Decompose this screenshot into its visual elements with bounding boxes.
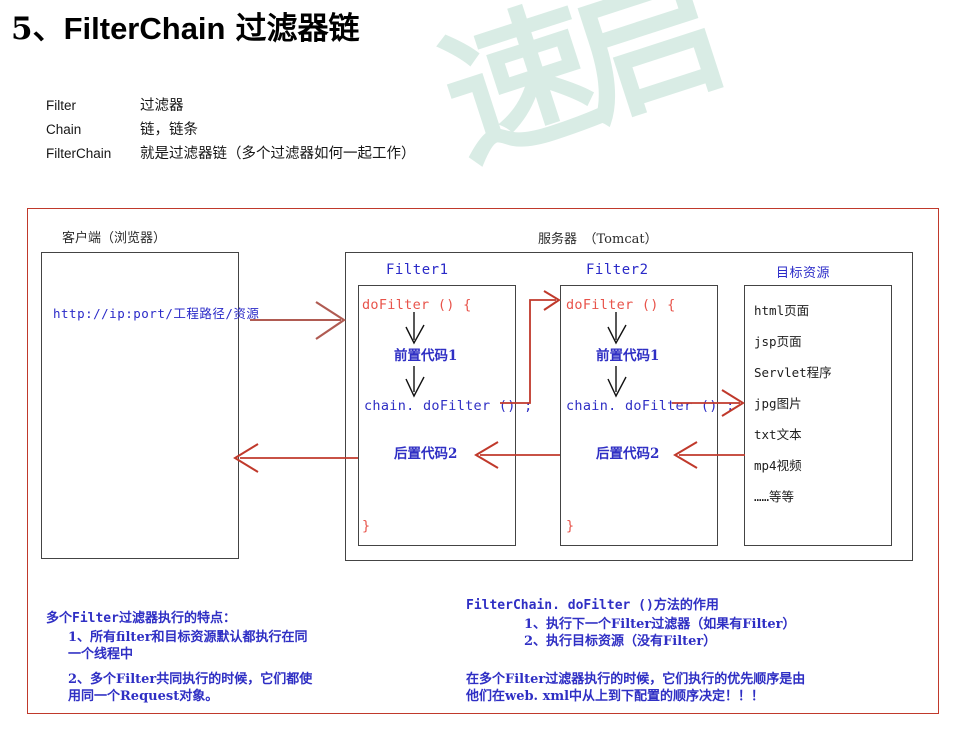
target-resource-title: 目标资源 bbox=[776, 266, 831, 281]
target-item: jpg图片 bbox=[754, 396, 802, 411]
filter1-chain-call: chain. doFilter () ; bbox=[364, 398, 533, 414]
glossary-definition: 就是过滤器链（多个过滤器如何一起工作） bbox=[140, 146, 416, 162]
glossary-term: Filter bbox=[46, 98, 76, 113]
filter2-box bbox=[560, 285, 718, 546]
filter1-pre-code: 前置代码1 bbox=[394, 348, 458, 364]
glossary-row: FilterChain 就是过滤器链（多个过滤器如何一起工作） bbox=[46, 142, 416, 166]
left-note-item: 1、所有filter和目标资源默认都执行在同 一个线程中 bbox=[68, 630, 308, 662]
left-note-item: 2、多个Filter共同执行的时候，它们都使 用同一个Request对象。 bbox=[68, 672, 313, 704]
target-item: Servlet程序 bbox=[754, 365, 832, 380]
filter2-title: Filter2 bbox=[586, 262, 649, 278]
glossary-definition: 链，链条 bbox=[140, 122, 198, 138]
filter2-open: doFilter () { bbox=[566, 297, 676, 313]
glossary-row: Chain 链，链条 bbox=[46, 118, 416, 142]
filter2-pre-code: 前置代码1 bbox=[596, 348, 660, 364]
filter2-chain-call: chain. doFilter () ; bbox=[566, 398, 735, 414]
title-english: FilterChain bbox=[63, 11, 226, 46]
filter2-close: } bbox=[566, 518, 575, 534]
target-item: html页面 bbox=[754, 303, 810, 318]
server-label: 服务器 （Tomcat） bbox=[538, 232, 658, 247]
glossary-row: Filter 过滤器 bbox=[46, 94, 416, 118]
glossary-definition: 过滤器 bbox=[140, 98, 184, 114]
request-url-text: http://ip:port/工程路径/资源 bbox=[53, 306, 260, 321]
slide-canvas: 速启 5、FilterChain 过滤器链 Filter 过滤器 Chain 链，… bbox=[0, 0, 966, 733]
right-note-footer: 在多个Filter过滤器执行的时候，它们执行的优先顺序是由 他们在web. xm… bbox=[466, 672, 806, 704]
watermark-decoration: 速启 bbox=[422, 0, 728, 192]
title-chinese: 过滤器链 bbox=[235, 11, 360, 47]
page-title: 5、FilterChain 过滤器链 bbox=[11, 3, 359, 48]
filter1-close: } bbox=[362, 518, 371, 534]
filter1-post-code: 后置代码2 bbox=[394, 446, 458, 462]
glossary-list: Filter 过滤器 Chain 链，链条 FilterChain 就是过滤器链… bbox=[46, 94, 416, 166]
right-note-heading: FilterChain. doFilter ()方法的作用 bbox=[466, 598, 719, 613]
target-item: mp4视频 bbox=[754, 458, 802, 473]
glossary-term: Chain bbox=[46, 122, 82, 137]
target-item: ……等等 bbox=[754, 489, 795, 504]
filter1-box bbox=[358, 285, 516, 546]
filter1-open: doFilter () { bbox=[362, 297, 472, 313]
filter1-title: Filter1 bbox=[386, 262, 449, 278]
glossary-term: FilterChain bbox=[46, 146, 112, 161]
client-label: 客户端（浏览器） bbox=[62, 231, 167, 246]
target-resource-box bbox=[744, 285, 892, 546]
client-box bbox=[41, 252, 239, 559]
filter2-post-code: 后置代码2 bbox=[596, 446, 660, 462]
right-note-item: 2、执行目标资源（没有Filter） bbox=[524, 634, 717, 649]
target-item: txt文本 bbox=[754, 427, 802, 442]
title-number: 5、 bbox=[11, 11, 64, 47]
right-note-item: 1、执行下一个Filter过滤器（如果有Filter） bbox=[524, 617, 796, 632]
target-item: jsp页面 bbox=[754, 334, 802, 349]
left-note-heading: 多个Filter过滤器执行的特点： bbox=[46, 611, 236, 626]
